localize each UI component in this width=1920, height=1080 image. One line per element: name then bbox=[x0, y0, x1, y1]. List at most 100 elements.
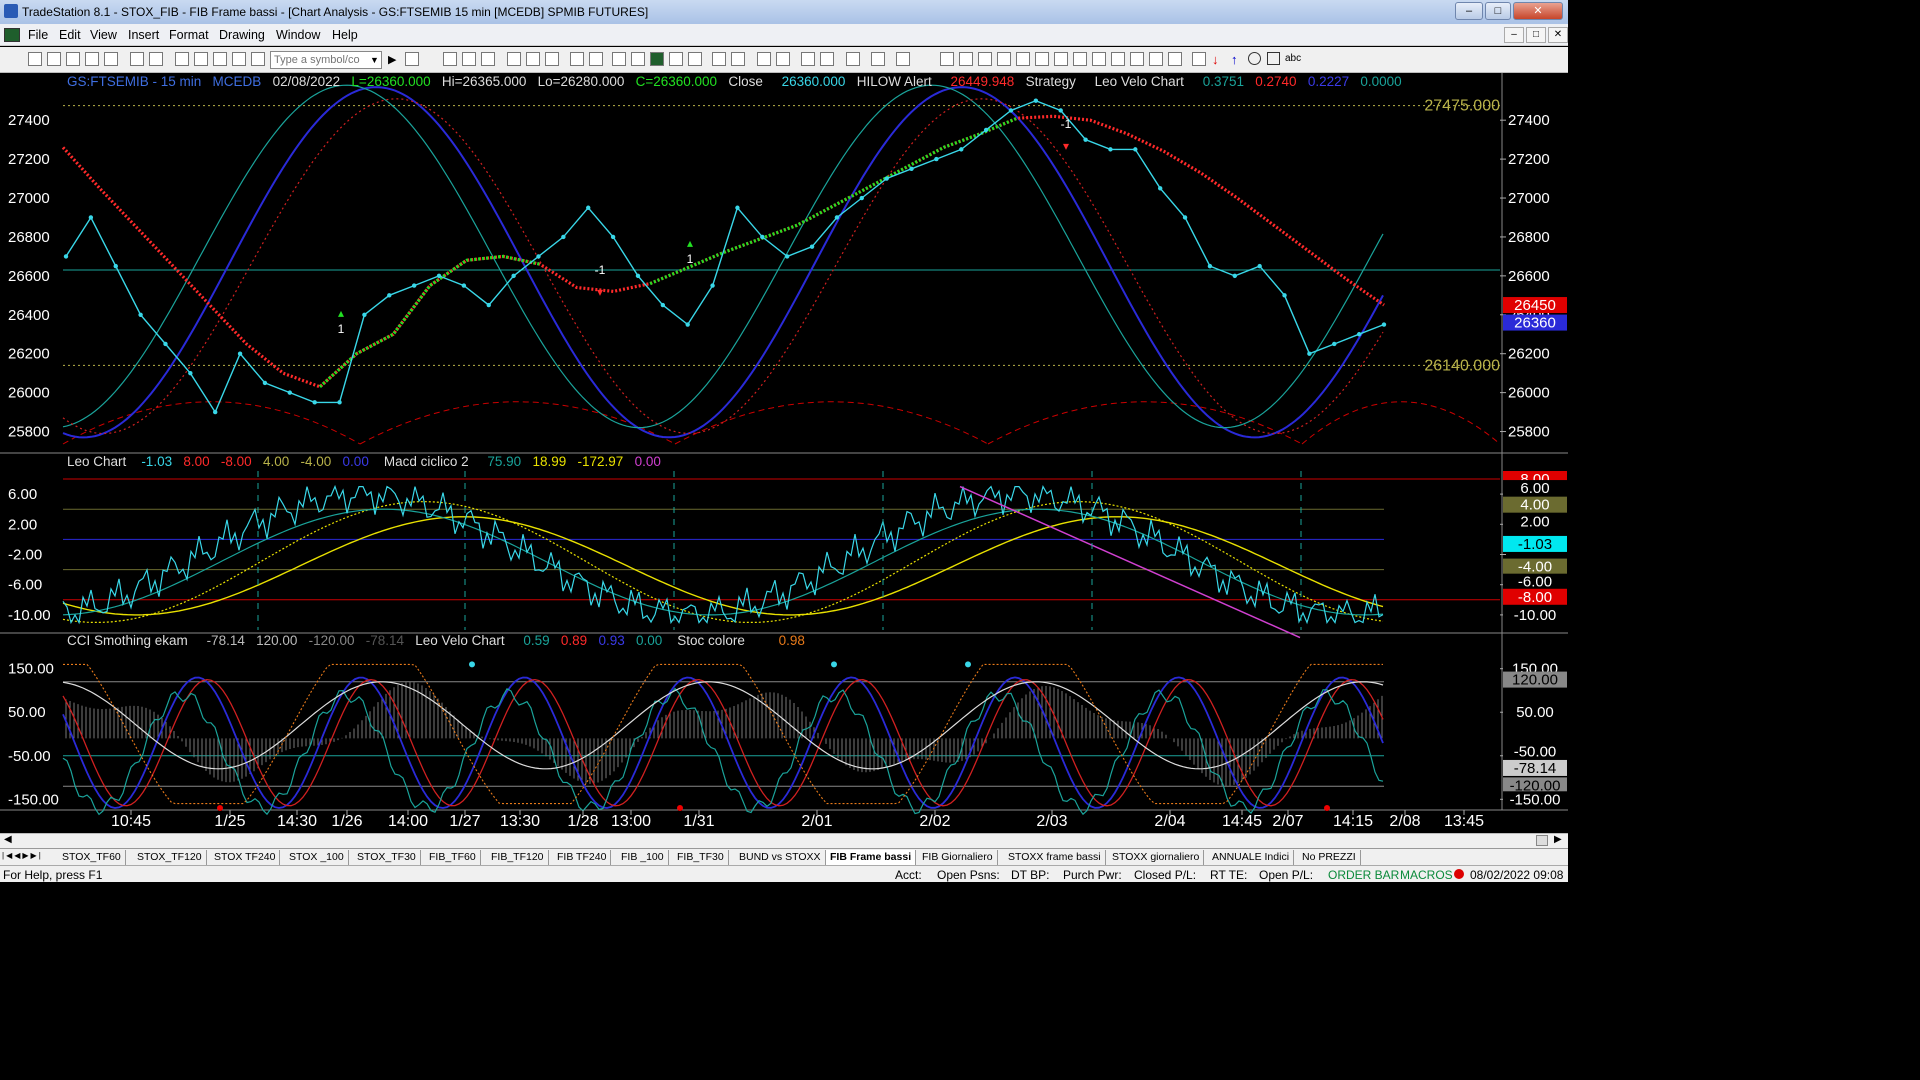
print-icon[interactable] bbox=[149, 52, 163, 66]
tab-stoxx-frame-bassi[interactable]: STOXX frame bassi bbox=[1004, 850, 1106, 865]
zoom-in-icon[interactable] bbox=[757, 52, 771, 66]
window-link-icon[interactable] bbox=[570, 52, 584, 66]
tab-nav-arrows-icon[interactable]: |◀◀▶▶| bbox=[2, 851, 43, 860]
freehand-icon[interactable] bbox=[1168, 52, 1182, 66]
horizontal-scrollbar[interactable]: ◀ ▶ bbox=[0, 833, 1568, 848]
mdi-close-button[interactable]: ✕ bbox=[1548, 27, 1568, 43]
trendline-icon[interactable] bbox=[940, 52, 954, 66]
andrews-pitchfork-icon[interactable] bbox=[1054, 52, 1068, 66]
tab-stox-100[interactable]: STOX _100 bbox=[285, 850, 349, 865]
cut-icon[interactable] bbox=[175, 52, 189, 66]
rectangle-icon[interactable] bbox=[1267, 52, 1280, 65]
regression-channel-icon[interactable] bbox=[1092, 52, 1106, 66]
go-icon[interactable]: ▶ bbox=[388, 53, 396, 66]
macd-ciclico-label[interactable]: Macd ciclico 2 bbox=[384, 454, 469, 469]
radar-icon[interactable] bbox=[669, 52, 683, 66]
ellipse-icon[interactable] bbox=[1248, 52, 1261, 65]
insert-object-icon[interactable] bbox=[871, 52, 885, 66]
mdi-restore-button[interactable]: □ bbox=[1526, 27, 1546, 43]
text-tool-icon[interactable]: abc bbox=[1285, 53, 1301, 64]
tab-stox-tf60[interactable]: STOX_TF60 bbox=[58, 850, 126, 865]
zoom-bars-in-icon[interactable] bbox=[712, 52, 726, 66]
open-icon[interactable] bbox=[47, 52, 61, 66]
tab-bund-vs-stoxx[interactable]: BUND vs STOXX bbox=[735, 850, 826, 865]
print-preview-icon[interactable] bbox=[130, 52, 144, 66]
fib-time-zones-icon[interactable] bbox=[1073, 52, 1087, 66]
fib-retracement-icon[interactable] bbox=[997, 52, 1011, 66]
detach-icon[interactable] bbox=[589, 52, 603, 66]
zoom-out-icon[interactable] bbox=[776, 52, 790, 66]
tab-fib-100[interactable]: FIB _100 bbox=[617, 850, 669, 865]
arrow-down-icon[interactable]: ↓ bbox=[1212, 52, 1219, 67]
tab-fib-tf30[interactable]: FIB_TF30 bbox=[673, 850, 729, 865]
save-icon[interactable] bbox=[104, 52, 118, 66]
parallel-lines-icon[interactable] bbox=[1130, 52, 1144, 66]
symbol-input[interactable] bbox=[270, 51, 382, 69]
fib-arcs-icon[interactable] bbox=[1149, 52, 1163, 66]
tracking-icon[interactable] bbox=[631, 52, 645, 66]
leo-chart-label[interactable]: Leo Chart bbox=[67, 454, 126, 469]
chart-analysis-window[interactable]: 27400 27400 27200 27200 27000 27000 26800 26800… bbox=[0, 73, 1568, 833]
menu-file[interactable]: File bbox=[28, 28, 48, 42]
leo-velo-pane3-label[interactable]: Leo Velo Chart bbox=[415, 633, 504, 648]
new-icon[interactable] bbox=[28, 52, 42, 66]
message-icon[interactable] bbox=[896, 52, 910, 66]
copy-icon[interactable] bbox=[194, 52, 208, 66]
tab-fib-frame-bassi[interactable]: FIB Frame bassi bbox=[826, 850, 917, 865]
menu-window[interactable]: Window bbox=[276, 28, 320, 42]
tab-no-prezzi[interactable]: No PREZZI bbox=[1298, 850, 1361, 865]
insert-strategy-icon[interactable] bbox=[526, 52, 540, 66]
data-tip-icon[interactable] bbox=[820, 52, 834, 66]
menu-format[interactable]: Format bbox=[169, 28, 209, 42]
leo-velo-label[interactable]: Leo Velo Chart bbox=[1095, 74, 1184, 89]
arc-icon[interactable] bbox=[1192, 52, 1206, 66]
insert-paintbar-icon[interactable] bbox=[545, 52, 559, 66]
menu-view[interactable]: View bbox=[90, 28, 117, 42]
gann-fan-icon[interactable] bbox=[1035, 52, 1049, 66]
tab-fib-giornaliero[interactable]: FIB Giornaliero bbox=[918, 850, 998, 865]
scroll-thumb[interactable] bbox=[1536, 835, 1548, 846]
minimize-button[interactable]: – bbox=[1455, 2, 1483, 20]
menu-insert[interactable]: Insert bbox=[128, 28, 159, 42]
chart-analysis-icon[interactable] bbox=[650, 52, 664, 66]
horizontal-arrow-icon[interactable] bbox=[1111, 52, 1125, 66]
symbol-lookup-icon[interactable] bbox=[405, 52, 419, 66]
scroll-right-icon[interactable]: ▶ bbox=[1554, 834, 1562, 845]
grid-icon[interactable] bbox=[481, 52, 495, 66]
horizontal-lines-icon[interactable] bbox=[978, 52, 992, 66]
close-button[interactable]: ✕ bbox=[1513, 2, 1563, 20]
tab-fib-tf120[interactable]: FIB_TF120 bbox=[487, 850, 549, 865]
paste-icon[interactable] bbox=[213, 52, 227, 66]
tab-stoxx-giornaliero[interactable]: STOXX giornaliero bbox=[1108, 850, 1205, 865]
symbol-label[interactable]: GS:FTSEMIB - 15 min bbox=[67, 74, 201, 89]
symbol-dropdown-icon[interactable]: ▼ bbox=[370, 55, 379, 65]
vertical-lines-icon[interactable] bbox=[959, 52, 973, 66]
tab-stox-tf240[interactable]: STOX TF240 bbox=[210, 850, 281, 865]
tab-fib-tf60[interactable]: FIB_TF60 bbox=[425, 850, 481, 865]
format-icon[interactable] bbox=[462, 52, 476, 66]
menu-edit[interactable]: Edit bbox=[59, 28, 81, 42]
lock-icon[interactable] bbox=[232, 52, 246, 66]
stoc-colore-label[interactable]: Stoc colore bbox=[677, 633, 745, 648]
macros-toggle[interactable]: MACROS bbox=[1400, 868, 1453, 882]
scroll-left-icon[interactable]: ◀ bbox=[4, 834, 12, 845]
tools-icon[interactable] bbox=[846, 52, 860, 66]
tab-stox-tf120[interactable]: STOX_TF120 bbox=[133, 850, 207, 865]
tab-annuale-indici[interactable]: ANNUALE Indici bbox=[1208, 850, 1295, 865]
pointer-icon[interactable] bbox=[801, 52, 815, 66]
zoom-bars-out-icon[interactable] bbox=[731, 52, 745, 66]
speed-lines-icon[interactable] bbox=[1016, 52, 1030, 66]
world-icon[interactable] bbox=[251, 52, 265, 66]
new-workspace-icon[interactable] bbox=[85, 52, 99, 66]
chart-window-icon[interactable] bbox=[4, 28, 20, 42]
order-bar-toggle[interactable]: ORDER BAR bbox=[1328, 868, 1399, 882]
close-study-label[interactable]: Close bbox=[728, 74, 763, 89]
hilow-alert-label[interactable]: HILOW Alert bbox=[857, 74, 932, 89]
bar-chart-icon[interactable] bbox=[443, 52, 457, 66]
cci-label[interactable]: CCI Smothing ekam bbox=[67, 633, 188, 648]
menu-drawing[interactable]: Drawing bbox=[219, 28, 265, 42]
data-window-icon[interactable] bbox=[612, 52, 626, 66]
insert-indicator-icon[interactable] bbox=[507, 52, 521, 66]
strategy-label[interactable]: Strategy bbox=[1026, 74, 1076, 89]
tab-stox-tf30[interactable]: STOX_TF30 bbox=[353, 850, 421, 865]
